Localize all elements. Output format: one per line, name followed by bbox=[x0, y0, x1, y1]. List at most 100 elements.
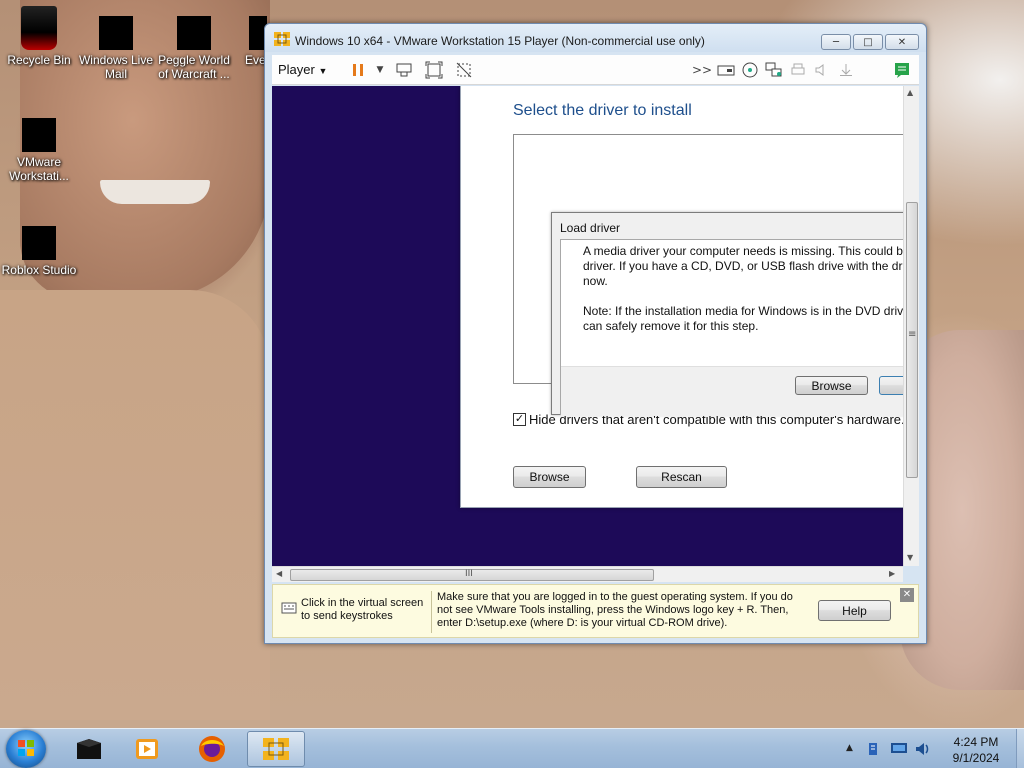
desktop-icon-vmware[interactable]: VMware Workstati... bbox=[1, 118, 77, 183]
show-hidden-icons-icon[interactable]: ▲ bbox=[846, 743, 853, 753]
desktop-icon-label: Eve bbox=[245, 53, 266, 67]
setup-browse-button[interactable]: Browse bbox=[513, 466, 586, 488]
dialog-footer: Browse bbox=[561, 366, 903, 416]
send-ctrl-alt-del-icon[interactable] bbox=[394, 60, 414, 80]
removable-device-icon[interactable] bbox=[716, 60, 736, 80]
window-titlebar[interactable]: Windows 10 x64 - VMware Workstation 15 P… bbox=[265, 24, 926, 52]
volume-icon[interactable] bbox=[914, 740, 932, 758]
dialog-ok-button[interactable] bbox=[879, 376, 903, 395]
taskbar-firefox-app[interactable] bbox=[183, 731, 241, 767]
desktop-icon-label: Peggle World of Warcraft ... bbox=[158, 53, 230, 81]
button-label: Browse bbox=[529, 470, 570, 484]
show-desktop-button[interactable] bbox=[1016, 729, 1024, 768]
minimize-button[interactable]: ─ bbox=[821, 34, 851, 50]
close-infobar-icon[interactable]: ✕ bbox=[900, 588, 914, 602]
desktop-icon-peggle[interactable]: Peggle World of Warcraft ... bbox=[156, 16, 232, 81]
taskbar-terminal-app[interactable] bbox=[60, 731, 118, 767]
taskbar-vmware-player-app[interactable] bbox=[247, 731, 305, 767]
clock-date: 9/1/2024 bbox=[952, 751, 1000, 765]
vmware-logo-icon bbox=[274, 32, 290, 46]
infobar-divider bbox=[431, 591, 432, 633]
network-tray-icon[interactable] bbox=[890, 741, 908, 757]
vertical-scrollbar-thumb[interactable]: ≡ bbox=[906, 202, 918, 478]
message-line: driver. If you have a CD, DVD, or USB fl… bbox=[583, 259, 903, 273]
infobar-hint: Click in the virtual screen to send keys… bbox=[301, 597, 424, 622]
vmware-player-window: Windows 10 x64 - VMware Workstation 15 P… bbox=[264, 23, 927, 644]
desktop-icon-roblox-studio[interactable]: Roblox Studio bbox=[1, 226, 77, 277]
dialog-title: Load driver bbox=[560, 221, 621, 235]
desktop-icon-label: VMware Workstati... bbox=[9, 155, 69, 183]
button-label: Browse bbox=[811, 378, 852, 393]
recycle-bin-icon bbox=[21, 6, 57, 50]
firefox-icon bbox=[199, 736, 225, 762]
desktop-icon-windows-live-mail[interactable]: Windows Live Mail bbox=[78, 16, 154, 81]
dialog-message: A media driver your computer needs is mi… bbox=[583, 244, 903, 334]
sound-icon[interactable] bbox=[812, 60, 832, 80]
infobar-message: Make sure that you are logged in to the … bbox=[437, 591, 793, 629]
load-driver-dialog: Load driver A media driver your computer… bbox=[551, 212, 903, 416]
scroll-right-icon[interactable]: ▶ bbox=[889, 569, 895, 578]
vertical-scrollbar[interactable]: ▲ ≡ ▼ bbox=[903, 86, 919, 566]
cd-icon[interactable] bbox=[740, 60, 760, 80]
vmware-player-icon bbox=[263, 738, 289, 760]
action-center-icon[interactable] bbox=[866, 741, 882, 757]
clock-time: 4:24 PM bbox=[953, 735, 999, 749]
pause-icon[interactable] bbox=[348, 60, 368, 80]
media-player-icon bbox=[136, 739, 158, 759]
maximize-button[interactable]: □ bbox=[853, 34, 883, 50]
message-line: now. bbox=[583, 274, 608, 288]
maximize-icon: □ bbox=[863, 36, 873, 48]
desktop-icon-label: Windows Live Mail bbox=[78, 53, 154, 81]
printer-icon[interactable] bbox=[788, 60, 808, 80]
desktop-icon-recycle-bin[interactable]: Recycle Bin bbox=[1, 6, 77, 67]
wallpaper-torso bbox=[0, 290, 270, 720]
chevron-down-icon: ▼ bbox=[318, 66, 328, 76]
network-icon[interactable] bbox=[764, 60, 784, 80]
unity-icon[interactable] bbox=[454, 60, 474, 80]
start-button[interactable] bbox=[6, 730, 46, 768]
horizontal-scrollbar[interactable]: ◀ III ▶ bbox=[272, 566, 903, 582]
desktop-icon-label: Recycle Bin bbox=[7, 53, 71, 67]
pause-dropdown-icon[interactable]: ▼ bbox=[370, 60, 390, 80]
virtual-machine-screen[interactable]: Select the driver to install ✓ Hide driv… bbox=[272, 86, 903, 566]
usb-icon[interactable] bbox=[836, 60, 856, 80]
player-menu-label: Player bbox=[278, 62, 315, 77]
fit-guest-icon[interactable] bbox=[424, 60, 444, 80]
setup-title: Select the driver to install bbox=[513, 102, 692, 119]
button-label: Rescan bbox=[661, 470, 702, 484]
dialog-browse-button[interactable]: Browse bbox=[795, 376, 868, 395]
close-icon: ✕ bbox=[897, 36, 907, 48]
message-line: Note: If the installation media for Wind… bbox=[583, 304, 903, 318]
message-line: A media driver your computer needs is mi… bbox=[583, 244, 903, 258]
clock[interactable]: 4:24 PM 9/1/2024 bbox=[936, 734, 1016, 766]
vmware-icon bbox=[22, 118, 56, 152]
windows-live-mail-icon bbox=[99, 16, 133, 50]
scroll-left-icon[interactable]: ◀ bbox=[276, 569, 282, 578]
taskbar-media-player-app[interactable] bbox=[118, 731, 176, 767]
checkmark-icon: ✓ bbox=[514, 413, 525, 425]
windows-logo-icon bbox=[18, 740, 34, 756]
more-icon[interactable]: >> bbox=[692, 60, 712, 80]
horizontal-scrollbar-thumb[interactable]: III bbox=[290, 569, 654, 581]
vmware-toolbar: Player ▼ ▼ >> bbox=[272, 55, 919, 85]
player-menu[interactable]: Player ▼ bbox=[278, 62, 327, 77]
close-button[interactable]: ✕ bbox=[885, 34, 919, 50]
message-line: can safely remove it for this step. bbox=[583, 319, 759, 333]
wallpaper-smile bbox=[100, 180, 210, 204]
terminal-icon bbox=[77, 739, 101, 759]
minimize-icon: ─ bbox=[832, 36, 840, 48]
vmware-tools-infobar: Click in the virtual screen to send keys… bbox=[272, 584, 919, 638]
taskbar: ▲ 4:24 PM 9/1/2024 bbox=[0, 728, 1024, 768]
scroll-grip-icon: III bbox=[465, 569, 473, 579]
dialog-body: A media driver your computer needs is mi… bbox=[560, 239, 903, 416]
message-icon[interactable] bbox=[892, 60, 912, 80]
setup-rescan-button[interactable]: Rescan bbox=[636, 466, 727, 488]
desktop-icon-eve[interactable]: Eve bbox=[227, 16, 267, 67]
window-title: Windows 10 x64 - VMware Workstation 15 P… bbox=[295, 34, 705, 48]
peggle-icon bbox=[177, 16, 211, 50]
scroll-down-icon[interactable]: ▼ bbox=[907, 553, 913, 562]
desktop-icon-label: Roblox Studio bbox=[1, 263, 77, 277]
help-button[interactable]: Help bbox=[818, 600, 891, 621]
hide-incompatible-drivers-checkbox[interactable]: ✓ bbox=[513, 413, 526, 426]
scroll-up-icon[interactable]: ▲ bbox=[907, 88, 913, 97]
